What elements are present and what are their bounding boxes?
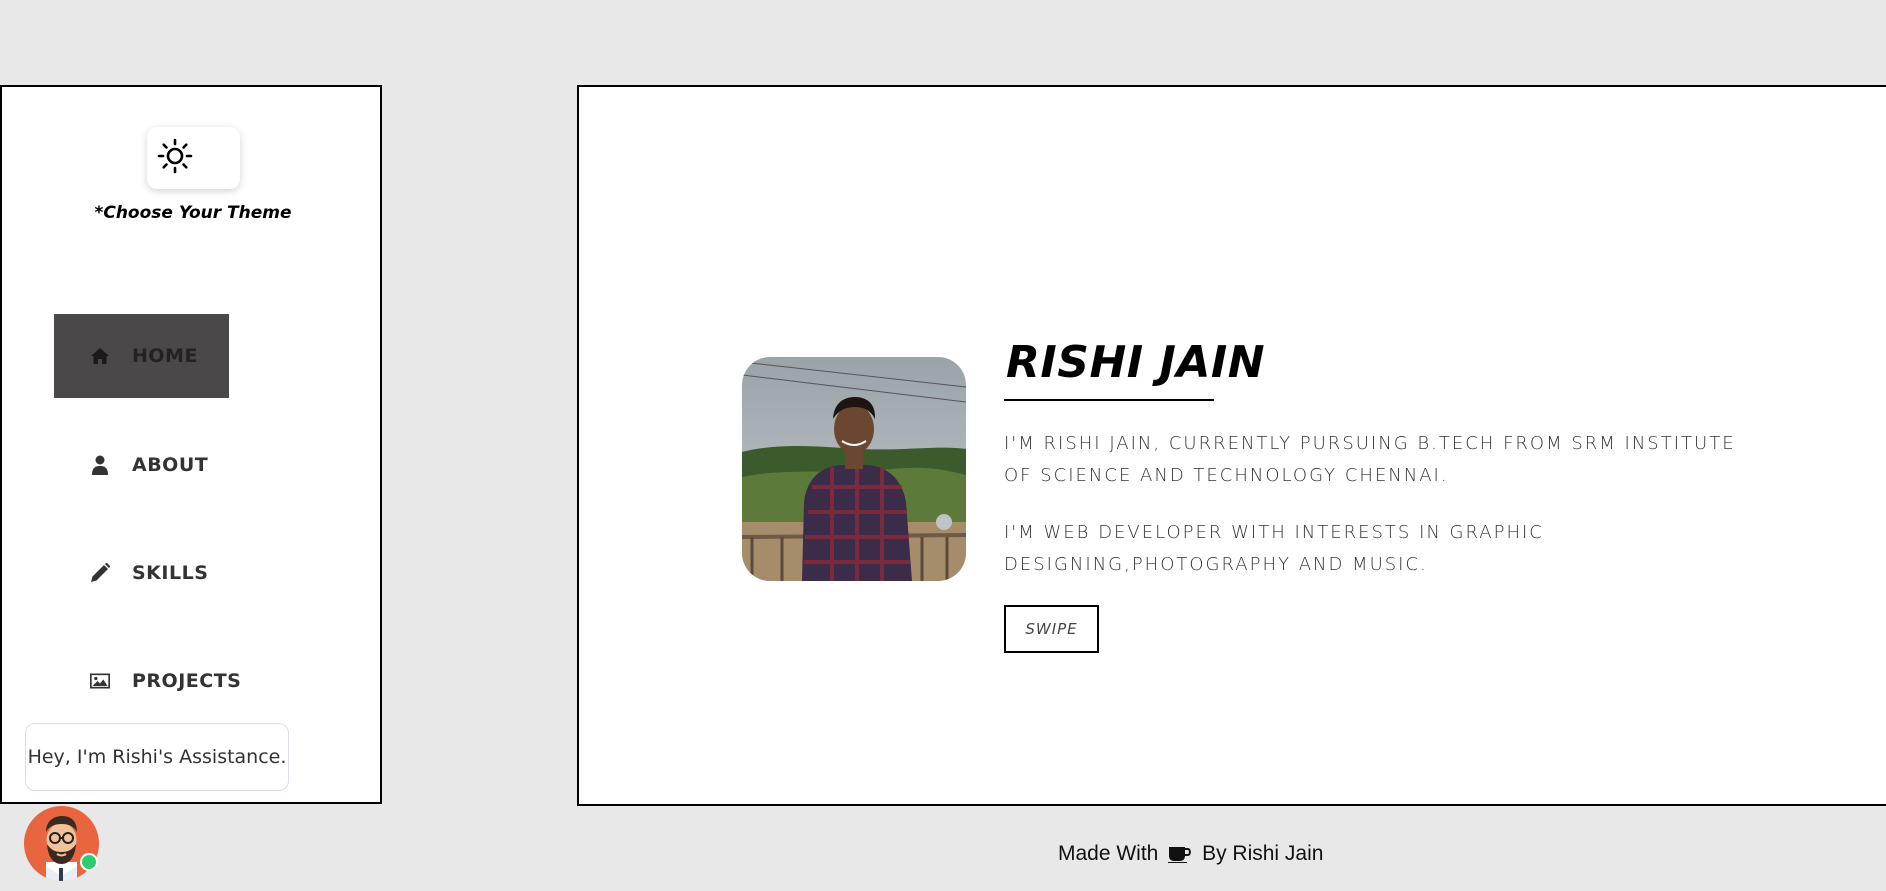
user-icon	[90, 455, 110, 475]
pencil-icon	[90, 563, 110, 583]
footer-prefix: Made With	[1058, 842, 1159, 865]
chat-message: Hey, I'm Rishi's Assistance.	[27, 746, 287, 768]
home-icon	[90, 346, 110, 366]
profile-photo	[742, 357, 966, 581]
sun-icon	[157, 138, 193, 178]
nav-label-home: HOME	[132, 345, 198, 367]
sidebar: *Choose Your Theme HOME ABOUT SKILLS PRO…	[0, 85, 382, 804]
name-underline	[1004, 399, 1214, 401]
nav-label-about: ABOUT	[132, 454, 209, 476]
image-icon	[90, 671, 110, 691]
intro-paragraph-1: I'M RISHI JAIN, CURRENTLY PURSUING B.TEC…	[1004, 433, 1736, 486]
nav-label-projects: PROJECTS	[132, 670, 242, 692]
nav-label-skills: SKILLS	[132, 562, 209, 584]
swipe-button[interactable]: SWIPE	[1004, 605, 1099, 653]
nav-item-about[interactable]: ABOUT	[54, 423, 229, 507]
coffee-icon	[1168, 847, 1192, 864]
theme-hint: *Choose Your Theme	[94, 203, 292, 223]
chat-bubble[interactable]: Hey, I'm Rishi's Assistance.	[25, 723, 289, 791]
nav-item-skills[interactable]: SKILLS	[54, 531, 229, 615]
footer-suffix: By Rishi Jain	[1202, 842, 1324, 865]
nav-item-home[interactable]: HOME	[54, 314, 229, 398]
hero-name: RISHI JAIN	[1006, 337, 1266, 388]
hero-card: RISHI JAIN I'M RISHI JAIN, CURRENTLY PUR…	[577, 85, 1886, 806]
online-status-dot	[80, 853, 98, 871]
intro-paragraph-2: I'M WEB DEVELOPER WITH INTERESTS IN GRAP…	[1004, 522, 1544, 575]
theme-toggle[interactable]	[147, 127, 240, 189]
nav-item-projects[interactable]: PROJECTS	[54, 639, 241, 723]
